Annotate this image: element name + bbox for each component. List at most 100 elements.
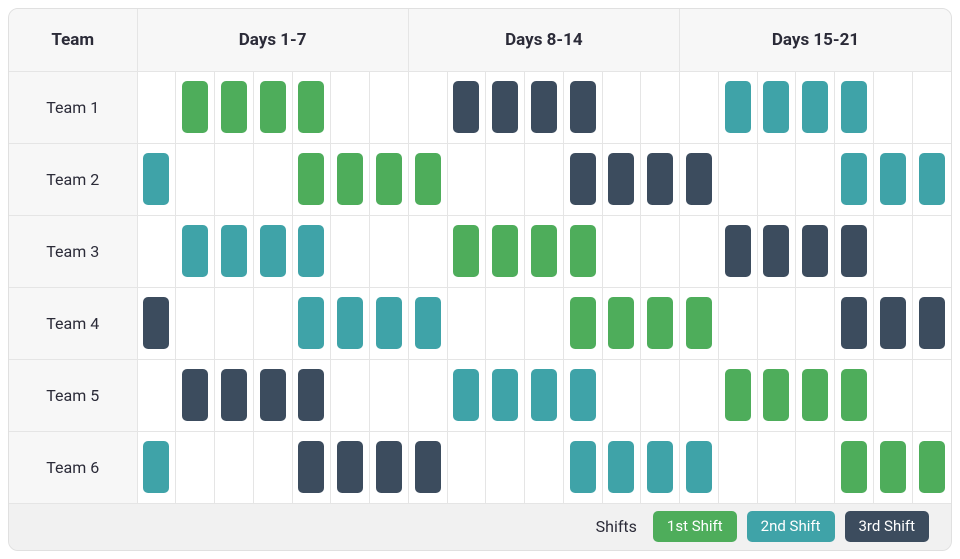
day-cell (370, 71, 409, 143)
day-cell (757, 287, 796, 359)
shift-chip (686, 297, 712, 349)
day-cell (292, 215, 331, 287)
shift-chip (221, 225, 247, 277)
table-row: Team 5 (9, 359, 951, 431)
row-header-team: Team 4 (9, 287, 137, 359)
shift-chip (919, 153, 945, 205)
shift-chip (570, 81, 596, 133)
shift-chip (260, 225, 286, 277)
day-cell (680, 359, 719, 431)
day-cell (176, 143, 215, 215)
day-cell (641, 359, 680, 431)
day-cell (137, 359, 176, 431)
day-cell (796, 431, 835, 503)
day-cell (447, 287, 486, 359)
shift-chip (841, 153, 867, 205)
shift-chip (763, 81, 789, 133)
day-cell (137, 287, 176, 359)
day-cell (873, 431, 912, 503)
day-cell (176, 287, 215, 359)
day-cell (215, 215, 254, 287)
shift-chip (492, 225, 518, 277)
day-cell (563, 431, 602, 503)
day-cell (215, 71, 254, 143)
day-cell (253, 143, 292, 215)
shift-chip (647, 153, 673, 205)
day-cell (525, 287, 564, 359)
shift-chip (802, 369, 828, 421)
day-cell (641, 431, 680, 503)
day-cell (447, 431, 486, 503)
day-cell (447, 71, 486, 143)
day-cell (835, 287, 874, 359)
day-cell (563, 71, 602, 143)
day-cell (796, 143, 835, 215)
day-cell (137, 143, 176, 215)
shift-chip (337, 297, 363, 349)
day-cell (757, 71, 796, 143)
shift-chip (143, 153, 169, 205)
day-cell (757, 215, 796, 287)
day-cell (718, 71, 757, 143)
legend: Shifts 1st Shift2nd Shift3rd Shift (9, 504, 951, 551)
day-cell (447, 215, 486, 287)
row-header-team: Team 6 (9, 431, 137, 503)
shift-chip (570, 297, 596, 349)
schedule-card: Team Days 1-7 Days 8-14 Days 15-21 Team … (8, 8, 952, 551)
shift-chip (376, 441, 402, 493)
day-cell (680, 143, 719, 215)
day-cell (835, 71, 874, 143)
day-cell (602, 359, 641, 431)
day-cell (525, 143, 564, 215)
day-cell (292, 143, 331, 215)
day-cell (602, 431, 641, 503)
day-cell (757, 359, 796, 431)
day-cell (525, 71, 564, 143)
shift-chip (376, 153, 402, 205)
day-cell (680, 431, 719, 503)
day-cell (215, 431, 254, 503)
shift-chip (570, 369, 596, 421)
day-cell (525, 215, 564, 287)
shift-chip (492, 369, 518, 421)
day-cell (563, 215, 602, 287)
shift-chip (453, 225, 479, 277)
day-cell (718, 287, 757, 359)
shift-chip (260, 81, 286, 133)
shift-chip (531, 225, 557, 277)
day-cell (408, 431, 447, 503)
day-cell (408, 143, 447, 215)
day-cell (718, 215, 757, 287)
day-cell (912, 287, 951, 359)
shift-chip (492, 81, 518, 133)
day-cell (137, 431, 176, 503)
day-cell (796, 359, 835, 431)
day-cell (873, 215, 912, 287)
shift-chip (919, 441, 945, 493)
day-cell (292, 431, 331, 503)
legend-chip: 3rd Shift (845, 511, 930, 542)
day-cell (641, 143, 680, 215)
row-header-team: Team 3 (9, 215, 137, 287)
day-cell (486, 215, 525, 287)
day-cell (563, 359, 602, 431)
shift-chip (608, 441, 634, 493)
day-cell (602, 215, 641, 287)
day-cell (835, 215, 874, 287)
schedule-table: Team Days 1-7 Days 8-14 Days 15-21 Team … (9, 9, 951, 504)
day-cell (602, 287, 641, 359)
shift-chip (841, 225, 867, 277)
day-cell (137, 215, 176, 287)
day-cell (680, 215, 719, 287)
day-cell (641, 215, 680, 287)
shift-chip (298, 369, 324, 421)
day-cell (253, 431, 292, 503)
shift-chip (880, 441, 906, 493)
shift-chip (415, 153, 441, 205)
row-header-team: Team 1 (9, 71, 137, 143)
shift-chip (608, 153, 634, 205)
shift-chip (841, 297, 867, 349)
col-header-period-2: Days 8-14 (408, 9, 679, 71)
day-cell (835, 143, 874, 215)
day-cell (137, 71, 176, 143)
